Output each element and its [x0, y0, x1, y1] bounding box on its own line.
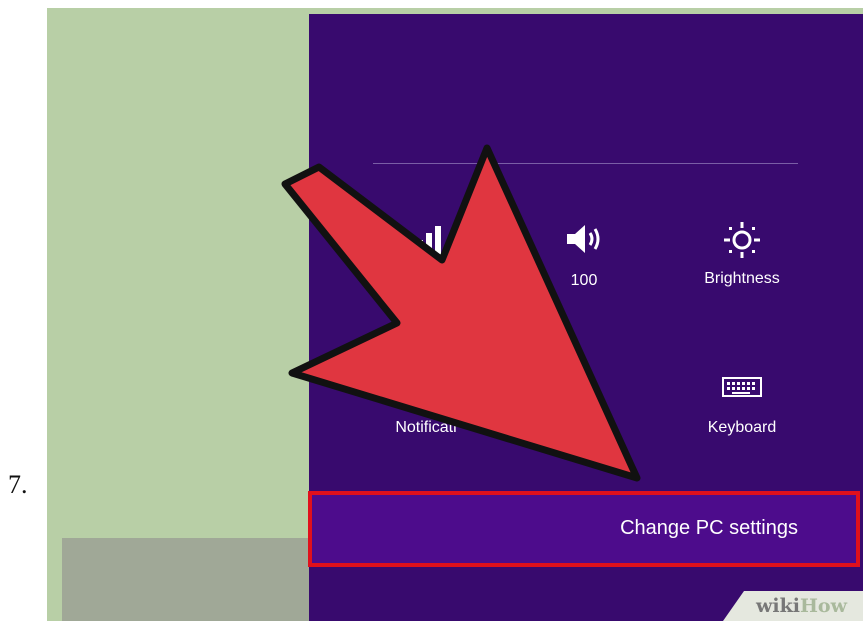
wikihow-watermark: wikiHow — [723, 591, 863, 621]
step-number: 7. — [8, 470, 28, 499]
screenshot-frame: 100 Brightness Notificati Keyboard Chang… — [47, 8, 863, 621]
wikihow-watermark-text: wikiHow — [756, 595, 847, 617]
pointer-arrow-icon — [281, 144, 641, 482]
